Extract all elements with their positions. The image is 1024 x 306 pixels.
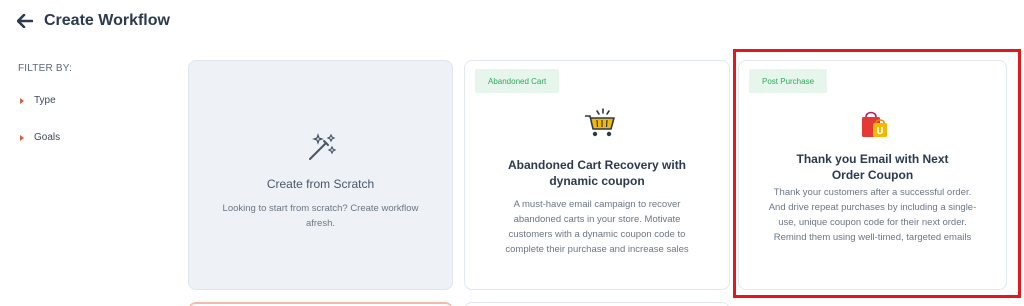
card-title: Abandoned Cart Recovery with dynamic cou… xyxy=(507,158,687,188)
caret-right-icon xyxy=(20,134,24,141)
shopping-cart-icon xyxy=(582,107,618,139)
card-abandoned-cart-recovery[interactable]: Abandoned Cart Abandoned Cart Recovery w… xyxy=(464,60,730,290)
category-tag: Abandoned Cart xyxy=(475,69,560,93)
category-tag: Post Purchase xyxy=(749,69,828,93)
filter-by-label: FILTER BY: xyxy=(18,63,73,74)
card-description: Looking to start from scratch? Create wo… xyxy=(222,203,419,229)
card-partial[interactable] xyxy=(464,302,730,306)
shopping-bags-icon xyxy=(857,107,893,139)
filter-type[interactable]: Type xyxy=(20,95,56,106)
card-create-from-scratch[interactable]: Create from Scratch Looking to start fro… xyxy=(188,60,453,290)
filter-goals-label: Goals xyxy=(34,132,61,143)
filter-type-label: Type xyxy=(34,95,56,106)
card-title: Create from Scratch xyxy=(266,177,375,191)
magic-wand-icon xyxy=(304,131,338,165)
caret-right-icon xyxy=(20,97,24,104)
page-header: Create Workflow xyxy=(16,10,170,32)
card-title: Thank you Email with Next Order Coupon xyxy=(796,152,949,182)
page-title: Create Workflow xyxy=(44,12,170,29)
card-description: A must-have email campaign to recover ab… xyxy=(505,199,689,255)
card-thank-you-email[interactable]: Post Purchase Thank you Email with Next … xyxy=(738,60,1007,290)
back-arrow-icon[interactable] xyxy=(16,12,34,30)
card-description: Thank your customers after a successful … xyxy=(768,187,977,243)
filter-goals[interactable]: Goals xyxy=(20,132,60,143)
card-partial[interactable] xyxy=(188,302,453,306)
